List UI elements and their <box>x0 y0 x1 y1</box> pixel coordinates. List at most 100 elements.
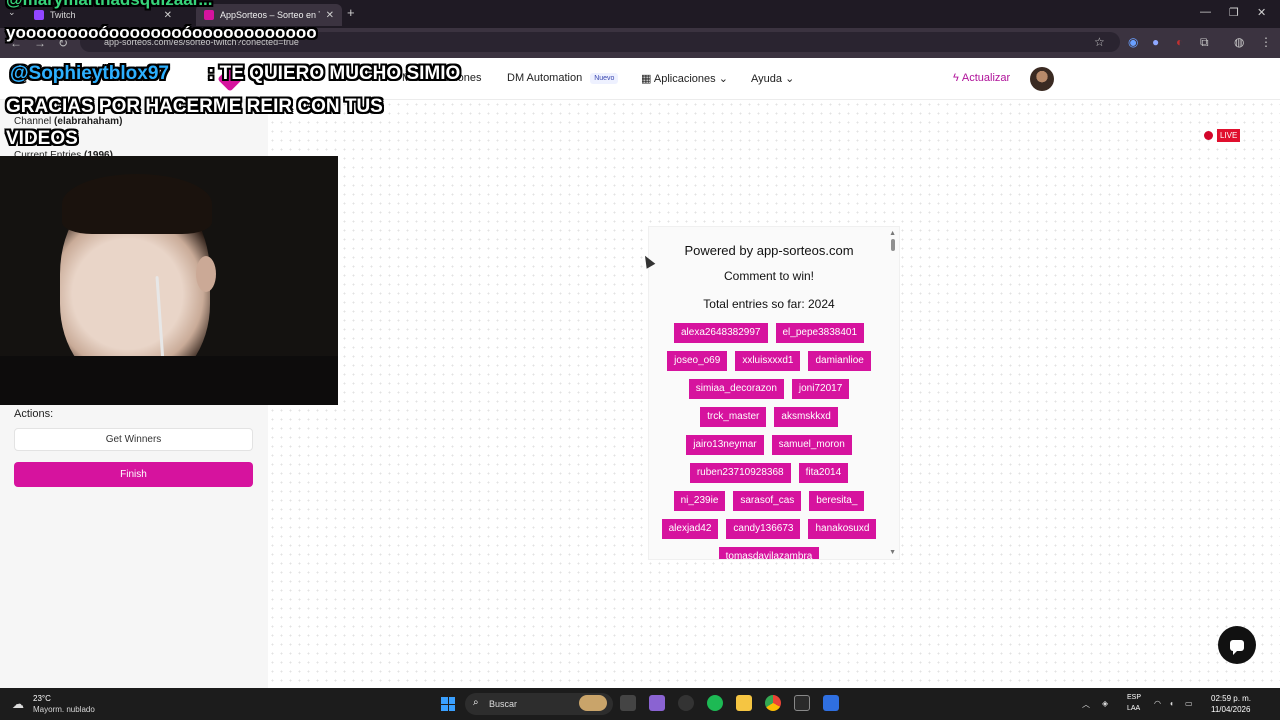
puzzle-extensions-icon[interactable]: ⧉ <box>1200 35 1209 50</box>
entry-chip: xxluisxxxd1 <box>735 351 801 371</box>
entry-chip: sarasof_cas <box>733 491 802 511</box>
maximize-icon[interactable]: ❐ <box>1229 6 1239 19</box>
chrome-icon[interactable] <box>765 695 781 711</box>
chat-bubble-icon <box>1230 639 1244 655</box>
tray-chevron-icon[interactable]: ︿ <box>1082 699 1090 710</box>
entry-chip: alexjad42 <box>661 519 719 539</box>
task-view-icon[interactable] <box>620 695 636 711</box>
new-badge: Nuevo <box>590 73 619 84</box>
minimize-icon[interactable]: — <box>1200 6 1211 18</box>
chat-support-button[interactable] <box>1218 626 1256 664</box>
extension-icon[interactable]: ● <box>1152 35 1159 49</box>
entry-chip: damianlioe <box>808 351 871 371</box>
close-icon[interactable]: ✕ <box>164 10 172 21</box>
clock-date[interactable]: 11/04/2026 <box>1211 705 1250 714</box>
close-window-icon[interactable]: ✕ <box>1257 6 1266 19</box>
file-explorer-icon[interactable] <box>736 695 752 711</box>
nav-dm-automation-label: DM Automation <box>507 72 583 84</box>
scroll-thumb[interactable] <box>891 239 895 251</box>
overlay-alert-top: @marymarthadsquizaar... <box>6 0 213 10</box>
entries-list: alexa2648382997 el_pepe3838401 joseo_o69 xx… <box>661 323 877 559</box>
new-tab-icon[interactable]: + <box>347 5 355 20</box>
site-header <box>0 58 1280 100</box>
bolt-icon: ϟ <box>953 72 959 84</box>
store-app-icon[interactable] <box>649 695 665 711</box>
upgrade-link[interactable]: ϟ Actualizar <box>953 72 1010 84</box>
get-winners-button[interactable]: Get Winners <box>14 428 253 451</box>
nav-aplicaciones-label: Aplicaciones <box>653 73 716 85</box>
overlay-alert-yooo: yooooooooóoooooooóoooooooooooo <box>6 23 317 42</box>
nav-ayuda-label: Ayuda <box>751 73 782 85</box>
entry-chip: joni72017 <box>791 379 850 399</box>
entry-chip: ni_239ie <box>673 491 726 511</box>
wifi-icon[interactable]: ◠ <box>1154 699 1161 708</box>
grid-icon: ▦ <box>641 73 652 85</box>
profile-icon[interactable]: ◍ <box>1234 35 1244 49</box>
app-icon[interactable] <box>678 695 694 711</box>
entry-chip: samuel_moron <box>771 435 852 455</box>
upgrade-label: Actualizar <box>961 72 1011 84</box>
live-indicator: LIVE <box>1204 129 1241 142</box>
overlay-alert-message-1: : TE QUIERO MUCHO SIMIO <box>208 63 461 84</box>
chevron-down-icon: ⌄ <box>785 73 795 85</box>
nav-aplicaciones[interactable]: ▦ Aplicaciones ⌄ <box>641 72 728 85</box>
entry-chip: alexa2648382997 <box>673 323 768 343</box>
webcam-overlay <box>0 156 338 405</box>
widget-scrollbar[interactable] <box>887 227 897 559</box>
weather-description[interactable]: Mayorm. nublado <box>33 705 95 714</box>
tab-label: AppSorteos – Sorteo en Twitch <box>220 10 320 20</box>
spotify-icon[interactable] <box>707 695 723 711</box>
widget-total-entries: Total entries so far: 2024 <box>703 297 835 311</box>
entries-widget: Powered by app-sorteos.com Comment to wi… <box>648 226 900 560</box>
entry-chip: beresita_ <box>809 491 865 511</box>
twitch-favicon-icon <box>34 10 44 20</box>
close-icon[interactable]: ✕ <box>326 10 334 21</box>
entry-chip: candy136673 <box>726 519 801 539</box>
clock-time[interactable]: 02:59 p. m. <box>1211 694 1251 703</box>
epic-games-icon[interactable] <box>794 695 810 711</box>
taskbar-search-label: Buscar <box>489 699 518 709</box>
entry-chip: trck_master <box>700 407 767 427</box>
nav-ayuda[interactable]: Ayuda ⌄ <box>751 72 794 85</box>
language-code[interactable]: ESP <box>1127 694 1141 701</box>
entry-chip: ruben23710928368 <box>689 463 791 483</box>
streamer-hair <box>62 174 212 234</box>
finish-button[interactable]: Finish <box>14 462 253 487</box>
overlay-alert-message-3: VIDEOS <box>6 128 78 149</box>
entry-chip: joseo_o69 <box>667 351 728 371</box>
widget-powered-by: Powered by app-sorteos.com <box>684 243 854 258</box>
streamer-ear <box>196 256 216 292</box>
nav-dm-automation[interactable]: DM Automation Nuevo <box>507 72 619 84</box>
widget-comment-to-win: Comment to win! <box>723 269 815 283</box>
entry-chip: hanakosuxd <box>808 519 877 539</box>
chevron-down-icon: ⌄ <box>718 73 728 85</box>
appsorteos-favicon-icon <box>204 10 214 20</box>
tab-label: Twitch <box>50 10 76 20</box>
entry-chip: aksmskkxd <box>774 407 838 427</box>
weather-temp[interactable]: 23°C <box>33 694 51 703</box>
search-icon: ⌕ <box>473 697 479 708</box>
windows-start-icon[interactable] <box>441 697 455 711</box>
keyboard-layout[interactable]: LAA <box>1127 705 1140 712</box>
scroll-down-icon[interactable]: ▼ <box>889 549 896 556</box>
more-menu-icon[interactable]: ⋮ <box>1260 35 1272 49</box>
widget-news-icon[interactable] <box>579 695 607 711</box>
entry-chip: simiaa_decorazon <box>688 379 784 399</box>
entry-chip: el_pepe3838401 <box>775 323 865 343</box>
overlay-alert-message-2: GRACIAS POR HACERME REIR CON TUS <box>6 96 383 117</box>
tray-app-icon[interactable]: ◈ <box>1102 699 1108 708</box>
extension-icon[interactable]: ◉ <box>1128 35 1138 49</box>
streamer-shirt <box>0 356 338 405</box>
scroll-up-icon[interactable]: ▲ <box>889 230 896 237</box>
overlay-alert-user: @Sophieytblox97 <box>10 63 169 84</box>
weather-cloud-icon[interactable]: ☁ <box>12 697 24 711</box>
live-badge: LIVE <box>1217 129 1241 142</box>
volume-icon[interactable]: ◖ <box>1169 699 1174 708</box>
live-dot-icon <box>1204 131 1213 140</box>
bookmark-star-icon[interactable]: ☆ <box>1094 35 1105 49</box>
app-icon[interactable] <box>823 695 839 711</box>
avatar[interactable] <box>1030 67 1054 91</box>
extension-icon[interactable]: ◐ <box>1176 35 1183 49</box>
entry-chip: fita2014 <box>798 463 849 483</box>
battery-icon[interactable]: ▭ <box>1185 699 1193 708</box>
